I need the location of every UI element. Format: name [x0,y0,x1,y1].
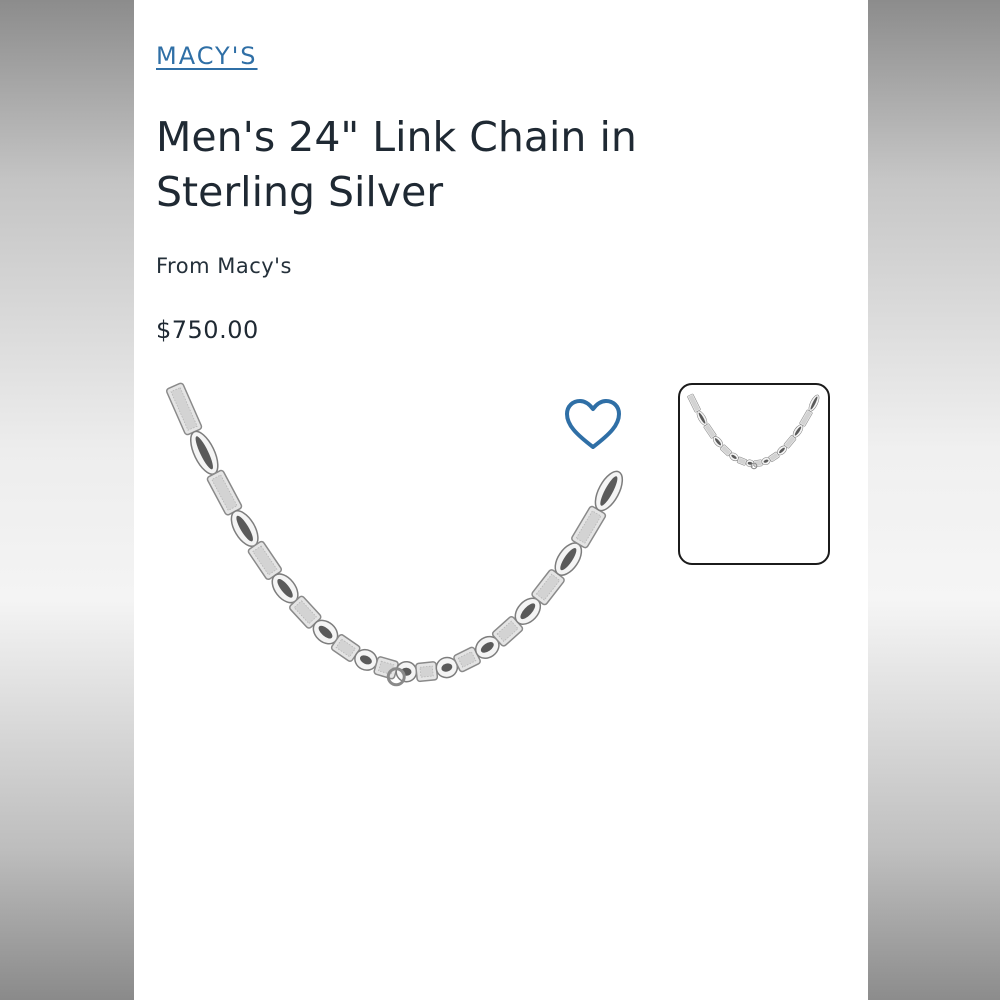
brand-link[interactable]: MACY'S [156,42,258,70]
right-gray-border [866,0,1000,1000]
product-title: Men's 24" Link Chain in Sterling Silver [156,113,637,216]
seller-label: From Macy's [156,254,292,278]
chain-thumbnail-illustration [687,393,820,470]
product-price: $750.00 [156,316,259,344]
left-gray-border [0,0,134,1000]
heart-outline-icon[interactable] [564,398,622,452]
product-card: MACY'S Men's 24" Link Chain in Sterling … [134,0,868,1000]
product-thumbnail[interactable] [678,383,830,565]
chain-illustration [165,382,624,687]
product-main-image[interactable] [154,376,634,876]
